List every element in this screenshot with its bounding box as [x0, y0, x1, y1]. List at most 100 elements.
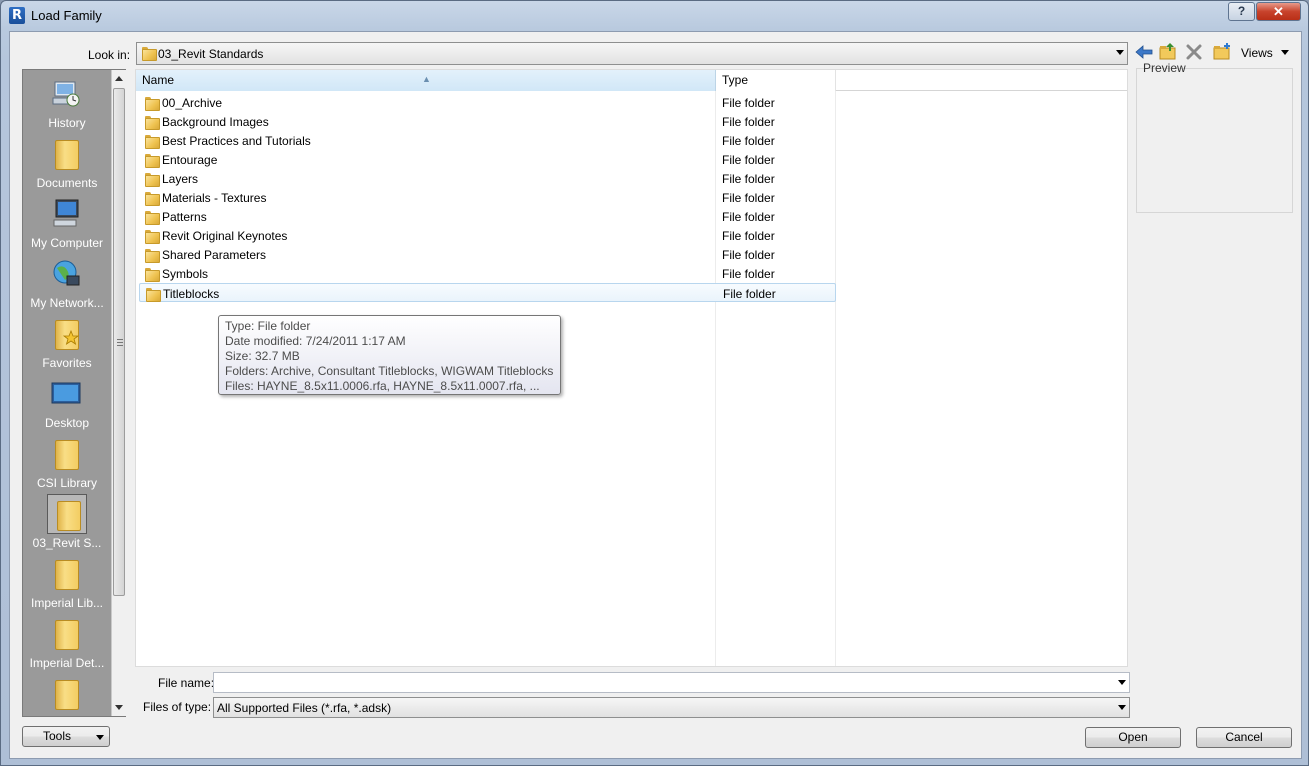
folder-icon	[51, 558, 81, 590]
place-history[interactable]: History	[23, 74, 111, 134]
cancel-button[interactable]: Cancel	[1196, 727, 1292, 748]
place-03-revit-standards[interactable]: 03_Revit S...	[23, 494, 111, 554]
chevron-down-icon[interactable]	[1118, 680, 1126, 685]
place-label: Documents	[36, 176, 98, 190]
chevron-down-icon	[96, 735, 104, 740]
list-item[interactable]: Materials - Textures File folder	[139, 188, 836, 207]
list-item[interactable]: Patterns File folder	[139, 207, 836, 226]
title-bar[interactable]: R Load Family ? ✕	[1, 1, 1308, 31]
place-label: CSI Library	[36, 476, 98, 490]
list-item[interactable]: Symbols File folder	[139, 264, 836, 283]
list-item[interactable]: 00_Archive File folder	[139, 93, 836, 112]
place-imperial-details[interactable]: Imperial Det...	[23, 614, 111, 674]
back-arrow-icon[interactable]	[1134, 42, 1154, 62]
place-folder[interactable]	[23, 674, 111, 734]
list-item[interactable]: Shared Parameters File folder	[139, 245, 836, 264]
place-documents[interactable]: Documents	[23, 134, 111, 194]
item-name: Entourage	[162, 153, 218, 167]
column-header-name[interactable]: Name ▲	[136, 70, 716, 91]
views-menu-button[interactable]: Views	[1241, 46, 1273, 60]
item-type: File folder	[722, 191, 775, 205]
item-name: Materials - Textures	[162, 191, 267, 205]
file-name-field[interactable]	[213, 672, 1130, 693]
tooltip-line: Size: 32.7 MB	[225, 349, 300, 363]
item-type: File folder	[722, 229, 775, 243]
list-header: Name ▲ Type	[136, 70, 1127, 91]
scroll-down-icon[interactable]	[115, 705, 123, 710]
item-name: Background Images	[162, 115, 269, 129]
place-label: Favorites	[42, 356, 92, 370]
look-in-value: 03_Revit Standards	[158, 47, 264, 61]
item-type: File folder	[722, 172, 775, 186]
place-favorites[interactable]: Favorites	[23, 314, 111, 374]
chevron-down-icon	[1116, 50, 1124, 55]
load-family-dialog: R Load Family ? ✕ Look in: 03_Revit Stan…	[0, 0, 1309, 766]
list-item[interactable]: Layers File folder	[139, 169, 836, 188]
open-button[interactable]: Open	[1085, 727, 1181, 748]
list-item[interactable]: Background Images File folder	[139, 112, 836, 131]
tooltip-line: Date modified: 7/24/2011 1:17 AM	[225, 334, 406, 348]
folder-icon	[51, 438, 81, 470]
place-desktop[interactable]: Desktop	[23, 374, 111, 434]
folder-icon	[145, 248, 160, 263]
folder-icon	[146, 287, 161, 302]
help-button[interactable]: ?	[1228, 2, 1255, 21]
place-label: Imperial Lib...	[30, 596, 104, 610]
scroll-up-icon[interactable]	[115, 76, 123, 81]
item-type: File folder	[722, 134, 775, 148]
folder-icon	[145, 191, 160, 206]
chevron-down-icon[interactable]	[1281, 50, 1289, 55]
look-in-dropdown[interactable]: 03_Revit Standards	[136, 42, 1128, 65]
history-icon	[51, 78, 81, 110]
close-button[interactable]: ✕	[1256, 2, 1301, 21]
item-name: 00_Archive	[162, 96, 223, 110]
list-item[interactable]: Best Practices and Tutorials File folder	[139, 131, 836, 150]
item-type: File folder	[722, 96, 775, 110]
tooltip-line: Folders: Archive, Consultant Titleblocks…	[225, 364, 554, 378]
column-header-type[interactable]: Type	[716, 70, 836, 91]
file-type-label: Files of type:	[143, 700, 212, 714]
file-name-label: File name:	[158, 676, 215, 690]
place-label: My Network...	[30, 296, 104, 310]
item-name: Titleblocks	[163, 287, 220, 301]
file-type-dropdown[interactable]: All Supported Files (*.rfa, *.adsk)	[213, 697, 1130, 718]
folder-icon	[145, 96, 160, 111]
folder-icon	[145, 267, 160, 282]
up-folder-icon[interactable]	[1158, 42, 1178, 62]
folder-icon	[145, 153, 160, 168]
sort-ascending-icon: ▲	[422, 74, 431, 84]
item-name: Symbols	[162, 267, 209, 281]
folder-icon	[145, 210, 160, 225]
places-scrollbar[interactable]	[111, 70, 126, 716]
item-name: Layers	[162, 172, 199, 186]
place-csi-library[interactable]: CSI Library	[23, 434, 111, 494]
list-item[interactable]: Entourage File folder	[139, 150, 836, 169]
list-item-hovered[interactable]: Titleblocks File folder	[139, 283, 836, 302]
item-type: File folder	[722, 248, 775, 262]
chevron-down-icon	[1118, 705, 1126, 710]
list-item[interactable]: Revit Original Keynotes File folder	[139, 226, 836, 245]
place-imperial-library[interactable]: Imperial Lib...	[23, 554, 111, 614]
desktop-icon	[51, 378, 81, 410]
tooltip-line: Files: HAYNE_8.5x11.0006.rfa, HAYNE_8.5x…	[225, 379, 540, 393]
item-name: Patterns	[162, 210, 207, 224]
folder-icon	[145, 115, 160, 130]
place-my-network[interactable]: My Network...	[23, 254, 111, 314]
place-my-computer[interactable]: My Computer	[23, 194, 111, 254]
dialog-body: Look in: 03_Revit Standards Views Histor…	[9, 31, 1302, 759]
delete-icon[interactable]	[1184, 42, 1204, 62]
file-type-value: All Supported Files (*.rfa, *.adsk)	[217, 701, 392, 715]
item-name: Revit Original Keynotes	[162, 229, 288, 243]
preview-label: Preview	[1143, 61, 1186, 75]
new-folder-icon[interactable]	[1212, 42, 1232, 62]
item-type: File folder	[723, 287, 776, 301]
scroll-thumb[interactable]	[113, 88, 125, 596]
place-label: History	[48, 116, 86, 130]
network-icon	[51, 258, 81, 290]
tooltip-line: Type: File folder	[225, 319, 311, 333]
item-name: Shared Parameters	[162, 248, 267, 262]
tools-button[interactable]: Tools	[22, 726, 110, 747]
item-name: Best Practices and Tutorials	[162, 134, 311, 148]
places-bar: History Documents My Computer My Network…	[22, 69, 126, 717]
tools-label: Tools	[43, 729, 72, 743]
